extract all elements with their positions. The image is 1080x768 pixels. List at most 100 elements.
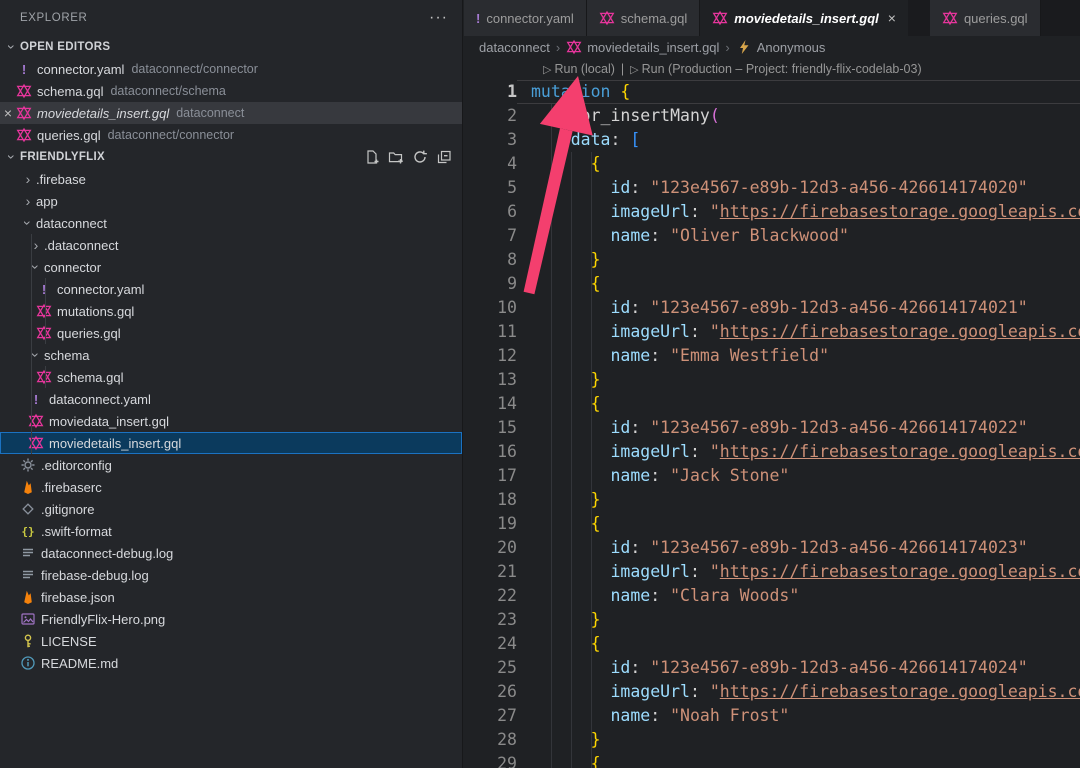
code-line-12[interactable]: 12 name: "Emma Westfield"	[464, 344, 1080, 368]
log-icon	[20, 545, 36, 561]
tree-item-dataconnect[interactable]: ›.dataconnect	[0, 234, 462, 256]
tree-item-schema-gql[interactable]: schema.gql	[0, 366, 462, 388]
graphql-icon	[942, 10, 958, 26]
code-line-18[interactable]: 18 }	[464, 488, 1080, 512]
tree-item-connector-yaml[interactable]: !connector.yaml	[0, 278, 462, 300]
close-icon[interactable]: ×	[0, 105, 16, 121]
code-line-14[interactable]: 14 {	[464, 392, 1080, 416]
refresh-icon[interactable]	[412, 149, 428, 165]
tree-item-app[interactable]: ›app	[0, 190, 462, 212]
code-line-19[interactable]: 19 {	[464, 512, 1080, 536]
code-line-3[interactable]: 3 data: [	[464, 128, 1080, 152]
breadcrumb-separator: ›	[556, 40, 560, 55]
tree-item-connector[interactable]: ›connector	[0, 256, 462, 278]
firebase-icon	[20, 479, 36, 495]
collapse-all-icon[interactable]	[436, 149, 452, 165]
code-line-16[interactable]: 16 imageUrl: "https://firebasestorage.go…	[464, 440, 1080, 464]
tree-item-moviedetails-insert-gql[interactable]: moviedetails_insert.gql	[0, 432, 462, 454]
tree-item-firebase-json[interactable]: firebase.json	[0, 586, 462, 608]
codelens-run-production[interactable]: ▷ Run (Production – Project: friendly-fl…	[630, 62, 921, 76]
code-line-21[interactable]: 21 imageUrl: "https://firebasestorage.go…	[464, 560, 1080, 584]
tree-item-gitignore[interactable]: .gitignore	[0, 498, 462, 520]
code-editor[interactable]: 1 mutation { 2 actor_insertMany( 3 data:…	[464, 80, 1080, 768]
code-line-23[interactable]: 23 }	[464, 608, 1080, 632]
more-actions-icon[interactable]: ···	[429, 13, 448, 23]
code-line-2[interactable]: 2 actor_insertMany(	[464, 104, 1080, 128]
code-line-11[interactable]: 11 imageUrl: "https://firebasestorage.go…	[464, 320, 1080, 344]
code-line-15[interactable]: 15 id: "123e4567-e89b-12d3-a456-42661417…	[464, 416, 1080, 440]
tree-item-swift-format[interactable]: {}.swift-format	[0, 520, 462, 542]
graphql-icon	[16, 83, 32, 99]
open-editors-list: ! connector.yaml dataconnect/connector s…	[0, 58, 462, 146]
close-icon[interactable]: ×	[888, 10, 896, 26]
tree-item-friendlyflix-hero-png[interactable]: FriendlyFlix-Hero.png	[0, 608, 462, 630]
tree-item-mutations-gql[interactable]: mutations.gql	[0, 300, 462, 322]
line-number: 14	[464, 392, 517, 416]
code-line-24[interactable]: 24 {	[464, 632, 1080, 656]
code-line-4[interactable]: 4 {	[464, 152, 1080, 176]
tree-item-license[interactable]: LICENSE	[0, 630, 462, 652]
yaml-icon: !	[476, 12, 480, 25]
code-line-26[interactable]: 26 imageUrl: "https://firebasestorage.go…	[464, 680, 1080, 704]
tree-item-queries-gql[interactable]: queries.gql	[0, 322, 462, 344]
editor-group: ! connector.yaml × schema.gql × moviedet…	[464, 0, 1080, 768]
code-line-27[interactable]: 27 name: "Noah Frost"	[464, 704, 1080, 728]
code-line-13[interactable]: 13 }	[464, 368, 1080, 392]
tab-schema-gql[interactable]: schema.gql ×	[587, 0, 700, 36]
codelens-run-local[interactable]: ▷ Run (local)	[543, 62, 615, 76]
tab-connector-yaml[interactable]: ! connector.yaml ×	[464, 0, 587, 36]
breadcrumb-item-moviedetails-insert-gql[interactable]: moviedetails_insert.gql	[566, 39, 719, 55]
code-line-5[interactable]: 5 id: "123e4567-e89b-12d3-a456-426614174…	[464, 176, 1080, 200]
code-line-28[interactable]: 28 }	[464, 728, 1080, 752]
new-folder-icon[interactable]	[388, 149, 404, 165]
tree-item-editorconfig[interactable]: .editorconfig	[0, 454, 462, 476]
line-number: 9	[464, 272, 517, 296]
code-line-25[interactable]: 25 id: "123e4567-e89b-12d3-a456-42661417…	[464, 656, 1080, 680]
line-number: 4	[464, 152, 517, 176]
code-line-8[interactable]: 8 }	[464, 248, 1080, 272]
graphql-icon	[599, 10, 615, 26]
tree-item-firebaserc[interactable]: .firebaserc	[0, 476, 462, 498]
open-editor-item-schema-gql[interactable]: schema.gql dataconnect/schema	[0, 80, 462, 102]
open-editor-item-queries-gql[interactable]: queries.gql dataconnect/connector	[0, 124, 462, 146]
breadcrumb-item-dataconnect[interactable]: dataconnect	[479, 40, 550, 55]
tree-item-firebase[interactable]: ›.firebase	[0, 168, 462, 190]
tree-item-dataconnect-debug-log[interactable]: dataconnect-debug.log	[0, 542, 462, 564]
file-tree: ›.firebase ›app ›dataconnect ›.dataconne…	[0, 168, 462, 674]
tab-moviedetails-insert-gql[interactable]: moviedetails_insert.gql ×	[700, 0, 908, 36]
code-line-9[interactable]: 9 {	[464, 272, 1080, 296]
graphql-icon	[712, 10, 728, 26]
tree-item-moviedata-insert-gql[interactable]: moviedata_insert.gql	[0, 410, 462, 432]
line-number: 12	[464, 344, 517, 368]
tab-queries-gql[interactable]: queries.gql ×	[930, 0, 1041, 36]
breadcrumb-separator: ›	[725, 40, 729, 55]
code-line-7[interactable]: 7 name: "Oliver Blackwood"	[464, 224, 1080, 248]
code-line-29[interactable]: 29 {	[464, 752, 1080, 768]
tree-indent-guide	[45, 366, 46, 388]
line-number: 26	[464, 680, 517, 704]
code-line-10[interactable]: 10 id: "123e4567-e89b-12d3-a456-42661417…	[464, 296, 1080, 320]
open-editor-item-moviedetails-insert-gql[interactable]: × moviedetails_insert.gql dataconnect	[0, 102, 462, 124]
tree-item-firebase-debug-log[interactable]: firebase-debug.log	[0, 564, 462, 586]
tree-item-dataconnect-yaml[interactable]: !dataconnect.yaml	[0, 388, 462, 410]
workspace-label: FRIENDLYFLIX	[20, 151, 105, 163]
open-editor-item-connector-yaml[interactable]: ! connector.yaml dataconnect/connector	[0, 58, 462, 80]
line-number: 23	[464, 608, 517, 632]
line-number: 13	[464, 368, 517, 392]
workspace-header[interactable]: › FRIENDLYFLIX	[0, 146, 462, 168]
new-file-icon[interactable]	[364, 149, 380, 165]
code-line-22[interactable]: 22 name: "Clara Woods"	[464, 584, 1080, 608]
breadcrumb-item-anonymous[interactable]: Anonymous	[736, 39, 826, 55]
code-line-6[interactable]: 6 imageUrl: "https://firebasestorage.goo…	[464, 200, 1080, 224]
tree-item-readme-md[interactable]: README.md	[0, 652, 462, 674]
code-line-17[interactable]: 17 name: "Jack Stone"	[464, 464, 1080, 488]
code-line-1[interactable]: 1 mutation {	[464, 80, 1080, 104]
open-editors-header[interactable]: › OPEN EDITORS	[0, 36, 462, 58]
code-line-20[interactable]: 20 id: "123e4567-e89b-12d3-a456-42661417…	[464, 536, 1080, 560]
tree-item-schema[interactable]: ›schema	[0, 344, 462, 366]
explorer-title: EXPLORER	[20, 12, 87, 24]
line-number: 18	[464, 488, 517, 512]
tree-item-dataconnect[interactable]: ›dataconnect	[0, 212, 462, 234]
image-icon	[20, 611, 36, 627]
code-indent-guide	[551, 104, 552, 768]
